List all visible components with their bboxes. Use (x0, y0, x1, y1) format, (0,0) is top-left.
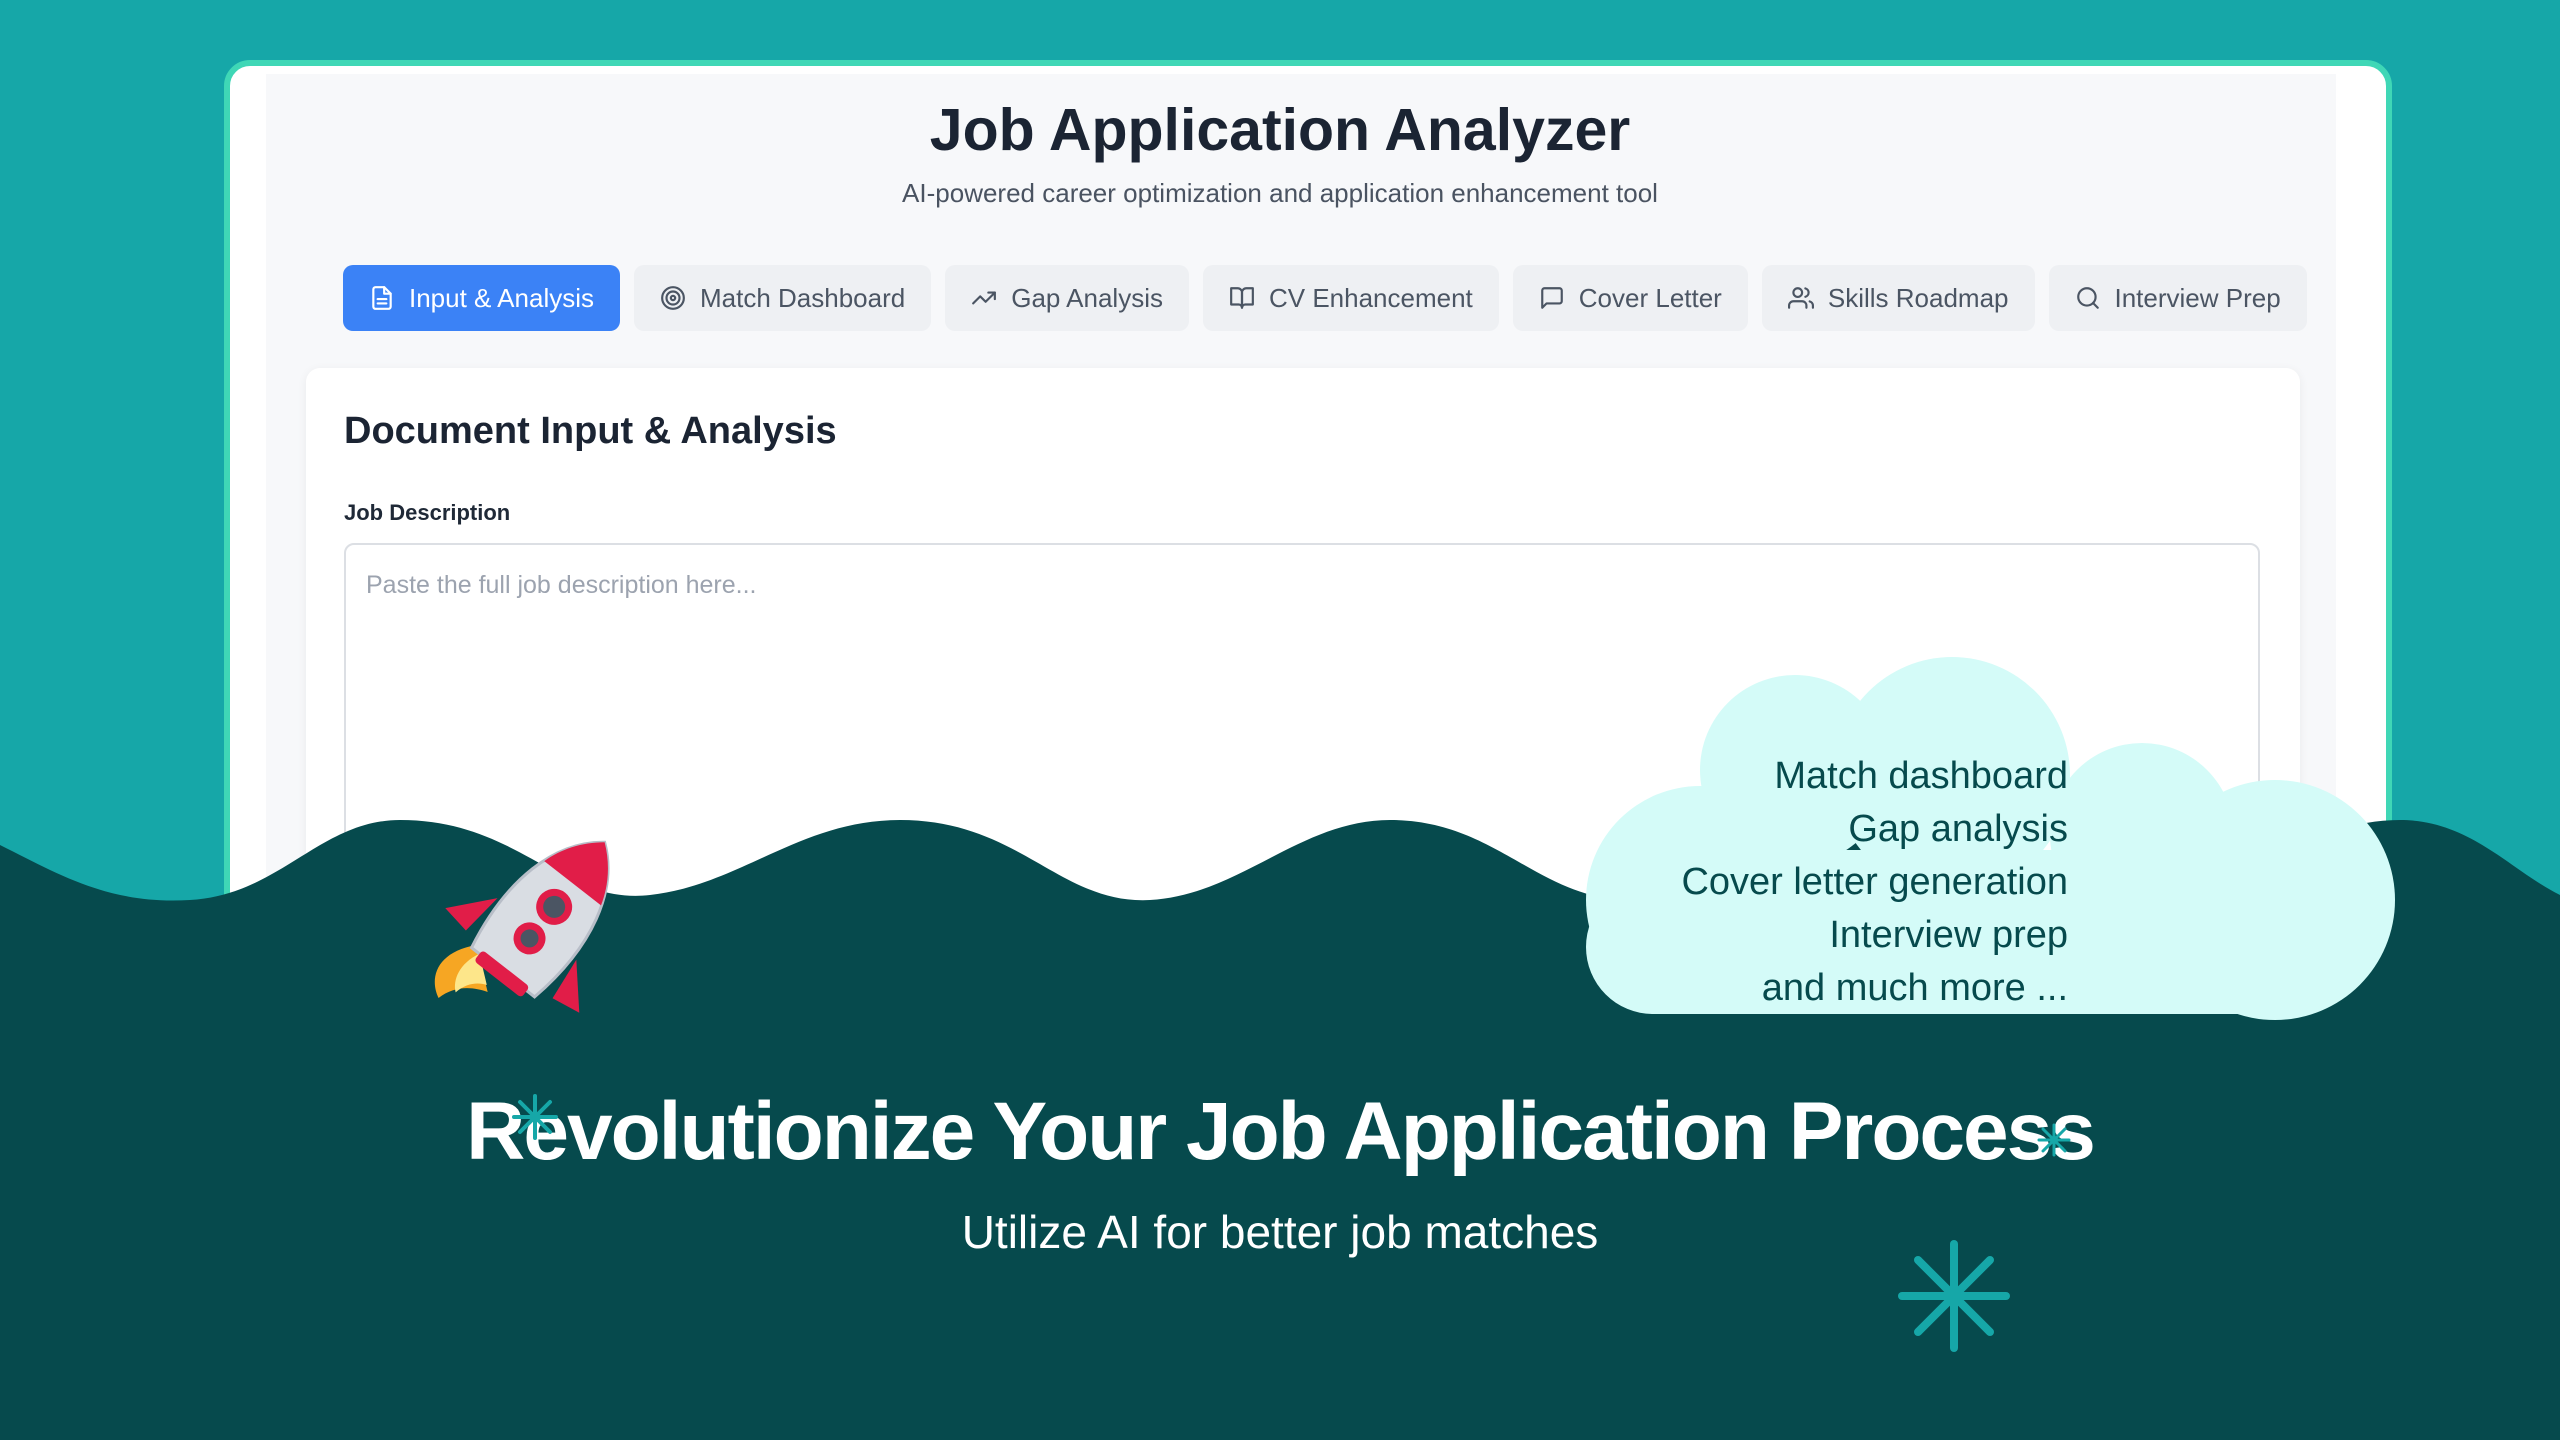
rocket-icon (434, 840, 610, 1013)
promo-subheadline: Utilize AI for better job matches (961, 1206, 1599, 1258)
cloud-feature-item: and much more ... (1761, 967, 2068, 1009)
sparkle-icon (1898, 1240, 2010, 1352)
cloud-feature-item: Match dashboard (1774, 755, 2068, 797)
cloud-feature-item: Cover letter generation (1681, 861, 2068, 903)
sparkle-icon (2037, 1123, 2071, 1157)
promo-headline: Revolutionize Your Job Application Proce… (466, 1086, 2096, 1177)
cloud-feature-item: Gap analysis (1848, 808, 2068, 850)
sparkle-icon (512, 1094, 558, 1140)
cloud-feature-item: Interview prep (1829, 914, 2068, 956)
cloud-feature-list: Match dashboard Gap analysis Cover lette… (1580, 750, 2068, 1015)
